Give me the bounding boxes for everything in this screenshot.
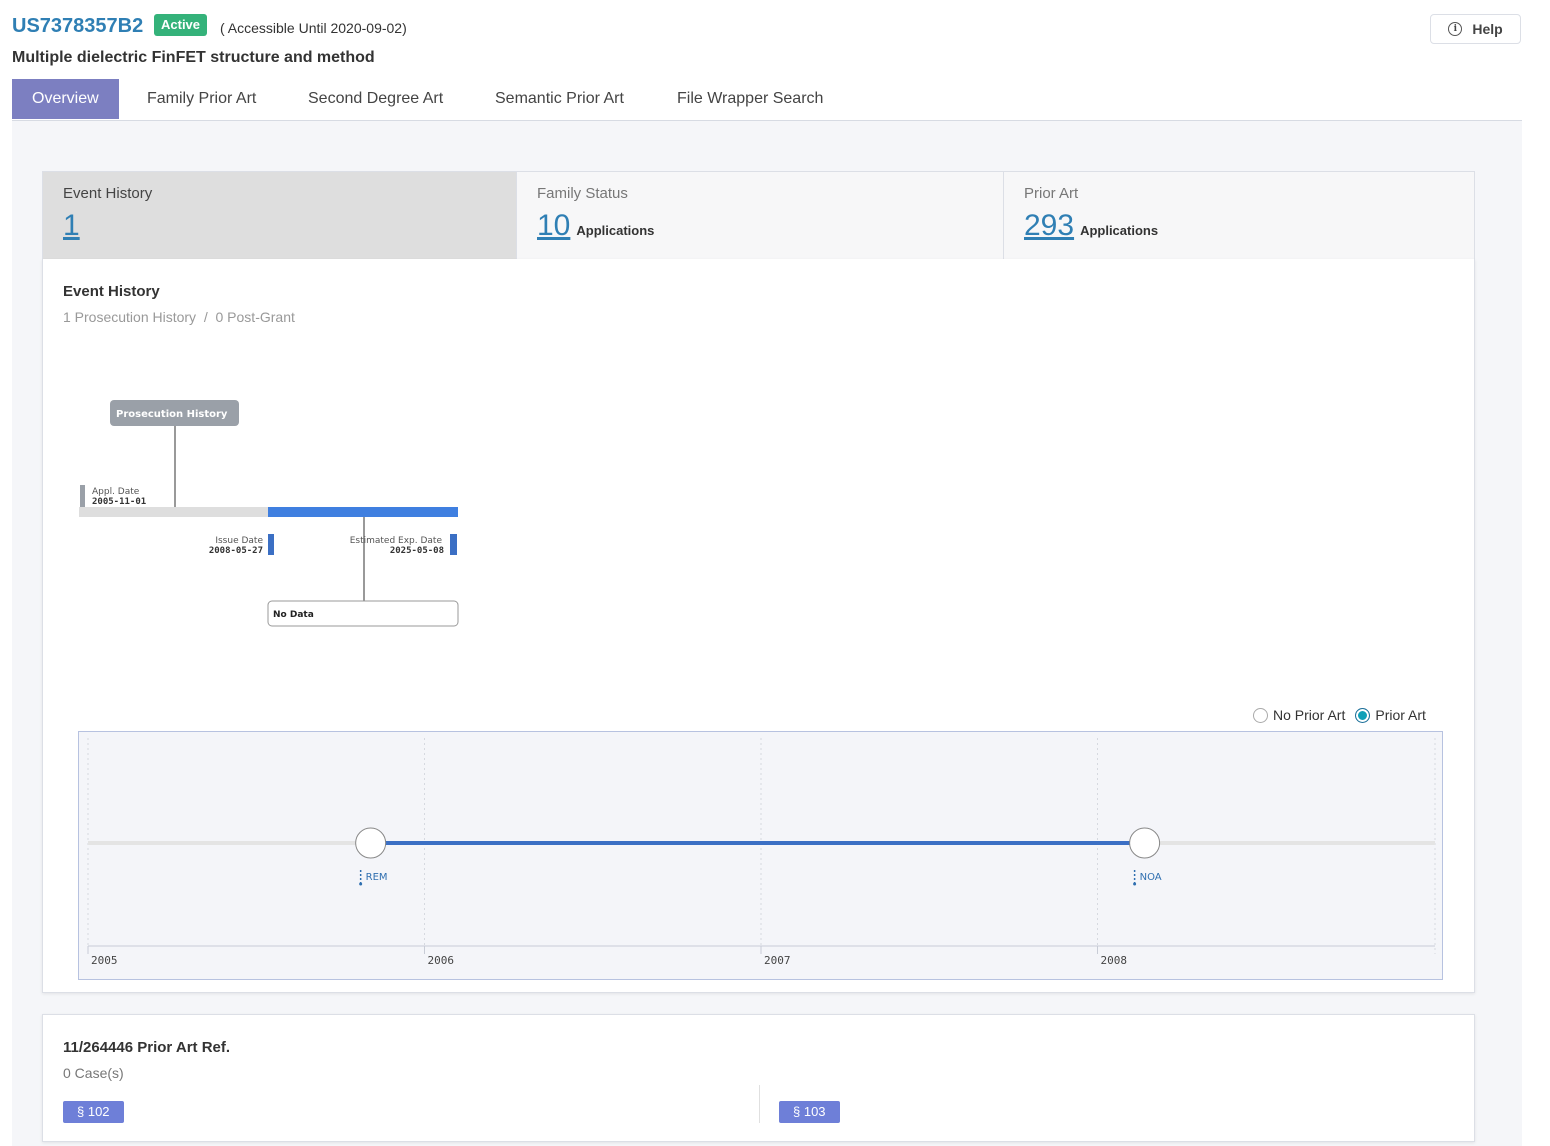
page-header: US7378357B2 Active ( Accessible Until 20… <box>12 12 1522 72</box>
timeline-grid <box>87 738 1436 954</box>
no-data-label: No Data <box>273 610 314 620</box>
radio-prior-art[interactable] <box>1355 707 1371 723</box>
prior-art-ref-panel: 11/264446 Prior Art Ref. 0 Case(s) § 102… <box>42 1014 1475 1142</box>
summary-cards: Event History 1 Family Status 10 Applicat… <box>42 171 1475 260</box>
timeline-svg: 2005 2006 2007 2008 REM NOA <box>87 738 1436 967</box>
timeline-event-dot <box>359 882 363 886</box>
prosecution-timeline: 2005 2006 2007 2008 REM NOA <box>78 731 1443 980</box>
help-button[interactable]: i Help <box>1430 14 1521 44</box>
timeline-year-label: 2007 <box>764 954 791 967</box>
summary-card-event-history[interactable]: Event History 1 <box>43 172 516 260</box>
summary-card-family-status[interactable]: Family Status 10 Applications <box>516 172 1003 260</box>
info-icon: i <box>1448 22 1463 36</box>
timeline-year-labels: 2005 2006 2007 2008 <box>91 954 1127 967</box>
summary-value[interactable]: 1 <box>63 209 80 243</box>
ref-count: 0 Case(s) <box>63 1065 124 1081</box>
summary-card-prior-art[interactable]: Prior Art 293 Applications <box>1003 172 1475 260</box>
summary-label: Event History <box>63 185 153 202</box>
summary-value[interactable]: 10 <box>537 209 570 243</box>
tag-section-102[interactable]: § 102 <box>63 1101 124 1123</box>
tag-section-103[interactable]: § 103 <box>779 1101 840 1123</box>
tab-overview[interactable]: Overview <box>12 79 119 119</box>
event-history-panel: Event History 1 Prosecution History / 0 … <box>42 259 1475 993</box>
prior-art-filter: No Prior Art Prior Art <box>1253 707 1436 723</box>
appl-date-value: 2005-11-01 <box>92 497 146 507</box>
main-tabs: Overview Family Prior Art Second Degree … <box>12 79 1522 121</box>
radio-no-prior-art[interactable] <box>1253 707 1268 723</box>
timeline-event-label[interactable]: REM <box>366 872 388 883</box>
tab-file-wrapper-search[interactable]: File Wrapper Search <box>677 79 823 119</box>
issue-date-value: 2008-05-27 <box>209 546 263 556</box>
summary-unit: Applications <box>576 223 655 238</box>
exp-date-value: 2025-05-08 <box>390 546 444 556</box>
radio-label-no-prior-art[interactable]: No Prior Art <box>1273 707 1345 723</box>
radio-label-prior-art[interactable]: Prior Art <box>1375 707 1426 723</box>
pre-issue-bar <box>79 507 268 517</box>
appl-date-label: Appl. Date <box>92 487 140 497</box>
summary-label: Family Status <box>537 185 628 202</box>
summary-label: Prior Art <box>1024 185 1079 202</box>
summary-unit: Applications <box>1080 223 1159 238</box>
issue-date-marker <box>268 534 274 555</box>
tab-family-prior-art[interactable]: Family Prior Art <box>147 79 256 119</box>
patent-id-link[interactable]: US7378357B2 <box>12 15 143 38</box>
access-note: ( Accessible Until 2020-09-02) <box>220 20 407 36</box>
callout-label: Prosecution History <box>116 409 228 420</box>
appl-date-marker <box>80 485 85 507</box>
timeline-year-label: 2006 <box>428 954 455 967</box>
timeline-event-node[interactable] <box>355 827 387 859</box>
timeline-year-label: 2008 <box>1101 954 1128 967</box>
patent-title: Multiple dielectric FinFET structure and… <box>12 49 375 66</box>
timeline-event-label[interactable]: NOA <box>1140 872 1162 883</box>
issue-date-label: Issue Date <box>215 536 263 546</box>
tab-second-degree-art[interactable]: Second Degree Art <box>308 79 443 119</box>
status-badge: Active <box>154 14 208 36</box>
timeline-events: REM NOA <box>355 827 1162 886</box>
tab-semantic-prior-art[interactable]: Semantic Prior Art <box>495 79 624 119</box>
term-bar <box>268 507 458 517</box>
exp-date-marker <box>450 534 457 555</box>
ref-divider <box>759 1085 760 1123</box>
summary-value[interactable]: 293 <box>1024 209 1074 243</box>
timeline-event-node[interactable] <box>1129 827 1161 859</box>
ref-title: 11/264446 Prior Art Ref. <box>63 1039 231 1056</box>
timeline-year-label: 2005 <box>91 954 118 967</box>
timeline-event-dot <box>1133 882 1137 886</box>
help-label: Help <box>1472 21 1503 37</box>
